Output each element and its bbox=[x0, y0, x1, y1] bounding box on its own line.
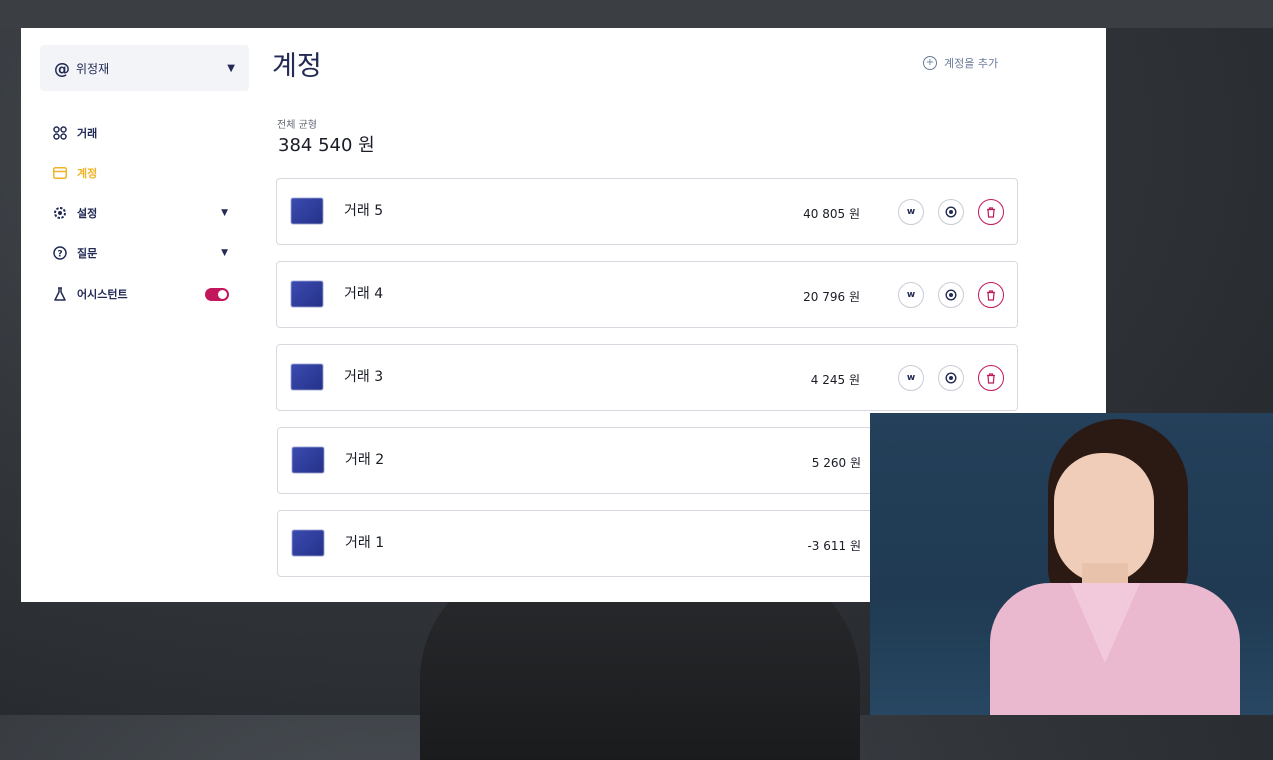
presenter-video-inset bbox=[870, 413, 1273, 715]
at-button[interactable] bbox=[938, 282, 964, 308]
total-balance-amount: 384 540 원 bbox=[278, 135, 375, 156]
sidebar-item-label: 질문 bbox=[77, 247, 98, 260]
account-thumbnail bbox=[291, 364, 323, 390]
sidebar-item-accounts[interactable]: 계정 bbox=[52, 162, 232, 184]
add-account-button[interactable]: + 계정을 추가 bbox=[923, 55, 998, 71]
at-button[interactable] bbox=[938, 199, 964, 225]
video-background-top bbox=[0, 0, 1273, 28]
delete-button[interactable] bbox=[978, 365, 1004, 391]
trash-icon bbox=[987, 289, 995, 301]
sidebar-item-label: 설정 bbox=[77, 207, 98, 220]
w-button[interactable]: w bbox=[898, 199, 924, 225]
transaction-name: 거래 3 bbox=[344, 369, 384, 385]
assistant-toggle[interactable] bbox=[205, 287, 229, 301]
question-icon: ? bbox=[52, 245, 68, 261]
card-icon bbox=[52, 165, 68, 181]
at-icon bbox=[945, 206, 957, 218]
sidebar-item-questions[interactable]: ? 질문 ▼ bbox=[52, 242, 232, 264]
account-thumbnail bbox=[291, 281, 323, 307]
transaction-amount: 40 805 원 bbox=[803, 207, 860, 221]
at-icon: @ bbox=[54, 58, 70, 78]
plus-circle-icon: + bbox=[923, 56, 937, 70]
chevron-down-icon: ▼ bbox=[221, 248, 228, 258]
gear-icon bbox=[52, 205, 68, 221]
w-button[interactable]: w bbox=[898, 282, 924, 308]
sidebar-item-assistant: 어시스턴트 bbox=[52, 283, 232, 305]
add-account-label: 계정을 추가 bbox=[944, 57, 999, 70]
sidebar-item-settings[interactable]: 설정 ▼ bbox=[52, 202, 232, 224]
account-thumbnail bbox=[292, 530, 324, 556]
delete-button[interactable] bbox=[978, 199, 1004, 225]
chevron-down-icon: ▼ bbox=[221, 208, 228, 218]
flask-icon bbox=[52, 286, 68, 302]
grid-icon bbox=[52, 125, 68, 141]
account-name: 위정재 bbox=[76, 61, 110, 76]
sidebar-item-transactions[interactable]: 거래 bbox=[52, 122, 232, 144]
sidebar-item-label: 어시스턴트 bbox=[77, 288, 128, 301]
transaction-name: 거래 5 bbox=[344, 203, 384, 219]
trash-icon bbox=[987, 372, 995, 384]
total-balance-label: 전체 균형 bbox=[277, 120, 317, 131]
transaction-name: 거래 2 bbox=[345, 452, 385, 468]
trash-icon bbox=[987, 206, 995, 218]
account-thumbnail bbox=[291, 198, 323, 224]
w-button[interactable]: w bbox=[898, 365, 924, 391]
transaction-amount: 5 260 원 bbox=[811, 456, 861, 470]
chevron-down-icon: ▼ bbox=[227, 62, 235, 74]
transaction-amount: 20 796 원 bbox=[803, 290, 860, 304]
account-thumbnail bbox=[292, 447, 324, 473]
list-item[interactable]: 거래 4 20 796 원 w bbox=[276, 261, 1018, 328]
list-item[interactable]: 거래 5 40 805 원 w bbox=[276, 178, 1018, 245]
delete-button[interactable] bbox=[978, 282, 1004, 308]
sidebar-item-label: 거래 bbox=[77, 127, 98, 140]
list-item[interactable]: 거래 3 4 245 원 w bbox=[276, 344, 1018, 411]
at-icon bbox=[945, 289, 957, 301]
page-title: 계정 bbox=[272, 51, 322, 82]
transaction-amount: 4 245 원 bbox=[810, 373, 860, 387]
svg-text:?: ? bbox=[57, 250, 62, 260]
transaction-name: 거래 1 bbox=[345, 535, 385, 551]
at-button[interactable] bbox=[938, 365, 964, 391]
account-selector[interactable]: @ 위정재 ▼ bbox=[40, 45, 249, 91]
transaction-name: 거래 4 bbox=[344, 286, 384, 302]
sidebar-item-label: 계정 bbox=[77, 167, 98, 180]
transaction-amount: -3 611 원 bbox=[807, 539, 861, 553]
at-icon bbox=[945, 372, 957, 384]
